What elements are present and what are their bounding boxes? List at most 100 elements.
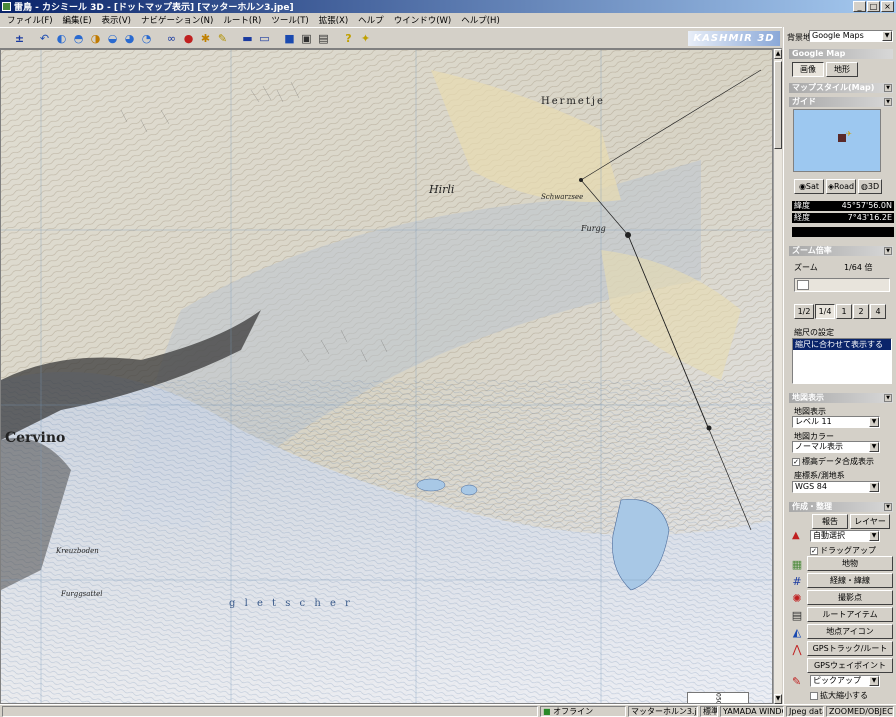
map-label-hermetje: Hermetje [541,96,605,107]
legend-list[interactable]: 縮尺に合わせて表示する [792,338,892,384]
maximize-button[interactable]: □ [867,1,880,12]
guide-preview[interactable]: ✈ [793,109,881,172]
tool-row-gps: GPSウェイポイント [789,658,893,674]
menu-file[interactable]: ファイル(F) [2,14,58,26]
close-button[interactable]: × [881,1,894,12]
zoom-quarter-button[interactable]: 1/4 [815,304,835,319]
zoom-slider-thumb[interactable] [797,280,809,290]
title-bar: 雷鳥 - カシミール 3D - [ドットマップ表示] [マッターホルン3.jpe… [0,0,896,13]
guide-3d-button[interactable]: ◍3D [858,179,882,194]
checkbox-checked-icon[interactable]: ✓ [810,546,818,555]
menu-window[interactable]: ウインドウ(W) [389,14,457,26]
view-3d-icon[interactable]: ◔ [139,31,154,46]
minimize-button[interactable]: _ [853,1,866,12]
tool-gps-button[interactable]: GPSウェイポイント [807,658,893,673]
move-left-icon[interactable]: ◐ [54,31,69,46]
zoom-tool-icon[interactable]: ± [12,31,27,46]
pencil-icon[interactable]: ✎ [215,31,230,46]
zoom-4-button[interactable]: 4 [870,304,886,319]
grid-icon: # [792,574,802,588]
map-source-select[interactable]: Google Maps ▼ [809,30,893,42]
map-color-select[interactable]: ノーマル表示 ▼ [792,441,880,453]
menu-extend[interactable]: 拡張(X) [314,14,353,26]
zoom-label: ズーム [794,263,818,272]
pickup-select[interactable]: ピックアップ ▼ [810,675,880,687]
chevron-down-icon: ▼ [869,442,879,452]
status-online: ■ オフライン [540,706,626,717]
scroll-up-icon[interactable]: ▲ [774,49,782,59]
zoom-1-button[interactable]: 1 [836,304,852,319]
drag-checkbox[interactable]: ✓ ドラッグアップ [810,545,876,556]
measure-icon[interactable]: ▭ [257,31,272,46]
tool-grid-button[interactable]: 経線・緯線 [807,573,893,588]
guide-road-button[interactable]: ◈Road [826,179,856,194]
pickup-icon: ✎ [792,675,802,688]
help-icon[interactable]: ? [341,31,356,46]
scale-bar: 0 500 1000 [687,692,749,703]
save-icon[interactable]: ▣ [299,31,314,46]
scroll-thumb[interactable] [774,61,782,149]
display-header[interactable]: 地図表示 ▼ [789,393,893,403]
scale-checkbox[interactable]: 拡大縮小する [810,690,868,701]
zoom-header[interactable]: ズーム倍率 ▼ [789,246,893,256]
move-right-icon[interactable]: ◑ [88,31,103,46]
collapse-icon[interactable]: ▼ [884,98,892,106]
map-label-schwarzsee: Schwarzsee [541,193,584,201]
tool-pin-button[interactable]: 地点アイコン [807,624,893,639]
undo-icon[interactable]: ↶ [37,31,52,46]
collapse-icon[interactable]: ▼ [884,503,892,511]
move-up-icon[interactable]: ◓ [71,31,86,46]
legend-item[interactable]: 縮尺に合わせて表示する [793,339,891,350]
ruler-icon[interactable]: ▬ [240,31,255,46]
zoom-2-button[interactable]: 2 [853,304,869,319]
info-icon[interactable]: ✦ [358,31,373,46]
tool-tracker-button[interactable]: 撮影点 [807,590,893,605]
status-bar: ■ オフライン マッターホルン3.jpe 標準 YAMADA WINDOW Jp… [0,704,896,717]
guide-sat-button[interactable]: ◉Sat [794,179,824,194]
chevron-down-icon: ▼ [869,417,879,427]
checkbox-icon[interactable] [810,691,818,700]
map-scrollbar[interactable]: ▲ ▼ [773,49,782,704]
waypoint-icon[interactable]: ✱ [198,31,213,46]
menu-edit[interactable]: 編集(E) [58,14,97,26]
move-down-icon[interactable]: ◒ [105,31,120,46]
mode-select[interactable]: 自動選択 ▼ [810,530,880,542]
print-icon[interactable]: ▤ [316,31,331,46]
menu-help-1[interactable]: ヘルプ [353,14,389,26]
menu-route[interactable]: ルート(R) [218,14,266,26]
coord-system-select[interactable]: WGS 84 ▼ [792,481,880,493]
mapstyle-header[interactable]: マップスタイル(Map) ▼ [789,83,893,93]
tool-document-button[interactable]: ルートアイテム [807,607,893,622]
zoom-half-button[interactable]: 1/2 [794,304,814,319]
tab-layer[interactable]: レイヤー [850,514,890,529]
google-terrain-button[interactable]: 地形 [826,62,858,77]
map-source-label: 背景地 [787,33,811,42]
collapse-icon[interactable]: ▼ [884,247,892,255]
tool-route-button[interactable]: GPSトラック/ルート [807,641,893,656]
collapse-icon[interactable]: ▼ [884,394,892,402]
guide-header[interactable]: ガイド ▼ [789,97,893,107]
camera-icon[interactable]: ■ [282,31,297,46]
latitude-label: 緯度 [792,201,812,211]
chevron-down-icon: ▼ [882,31,892,41]
map-view[interactable]: Cervino Hirli Hermetje Furgg Schwarzsee … [0,49,773,704]
network-icon: ■ [543,707,551,716]
menu-help[interactable]: ヘルプ(H) [456,14,505,26]
tools-header[interactable]: 作成・整理 ▼ [789,502,893,512]
checkbox-checked-icon[interactable]: ✓ [792,457,800,466]
binoculars-icon[interactable]: ∞ [164,31,179,46]
collapse-icon[interactable]: ▼ [884,84,892,92]
google-image-button[interactable]: 画像 [792,62,824,77]
google-map-header[interactable]: Google Map [789,49,893,59]
map-type-select[interactable]: レベル 11 ▼ [792,416,880,428]
zoom-slider[interactable] [794,278,890,292]
marker-icon[interactable]: ● [181,31,196,46]
tab-report[interactable]: 報告 [812,514,848,529]
menu-view[interactable]: 表示(V) [97,14,136,26]
rotate-icon[interactable]: ◕ [122,31,137,46]
menu-tool[interactable]: ツール(T) [266,14,313,26]
tool-map-button[interactable]: 地物 [807,556,893,571]
menu-navigation[interactable]: ナビゲーション(N) [136,14,218,26]
elevation-checkbox[interactable]: ✓ 標高データ合成表示 [792,456,874,467]
scroll-down-icon[interactable]: ▼ [774,694,782,704]
